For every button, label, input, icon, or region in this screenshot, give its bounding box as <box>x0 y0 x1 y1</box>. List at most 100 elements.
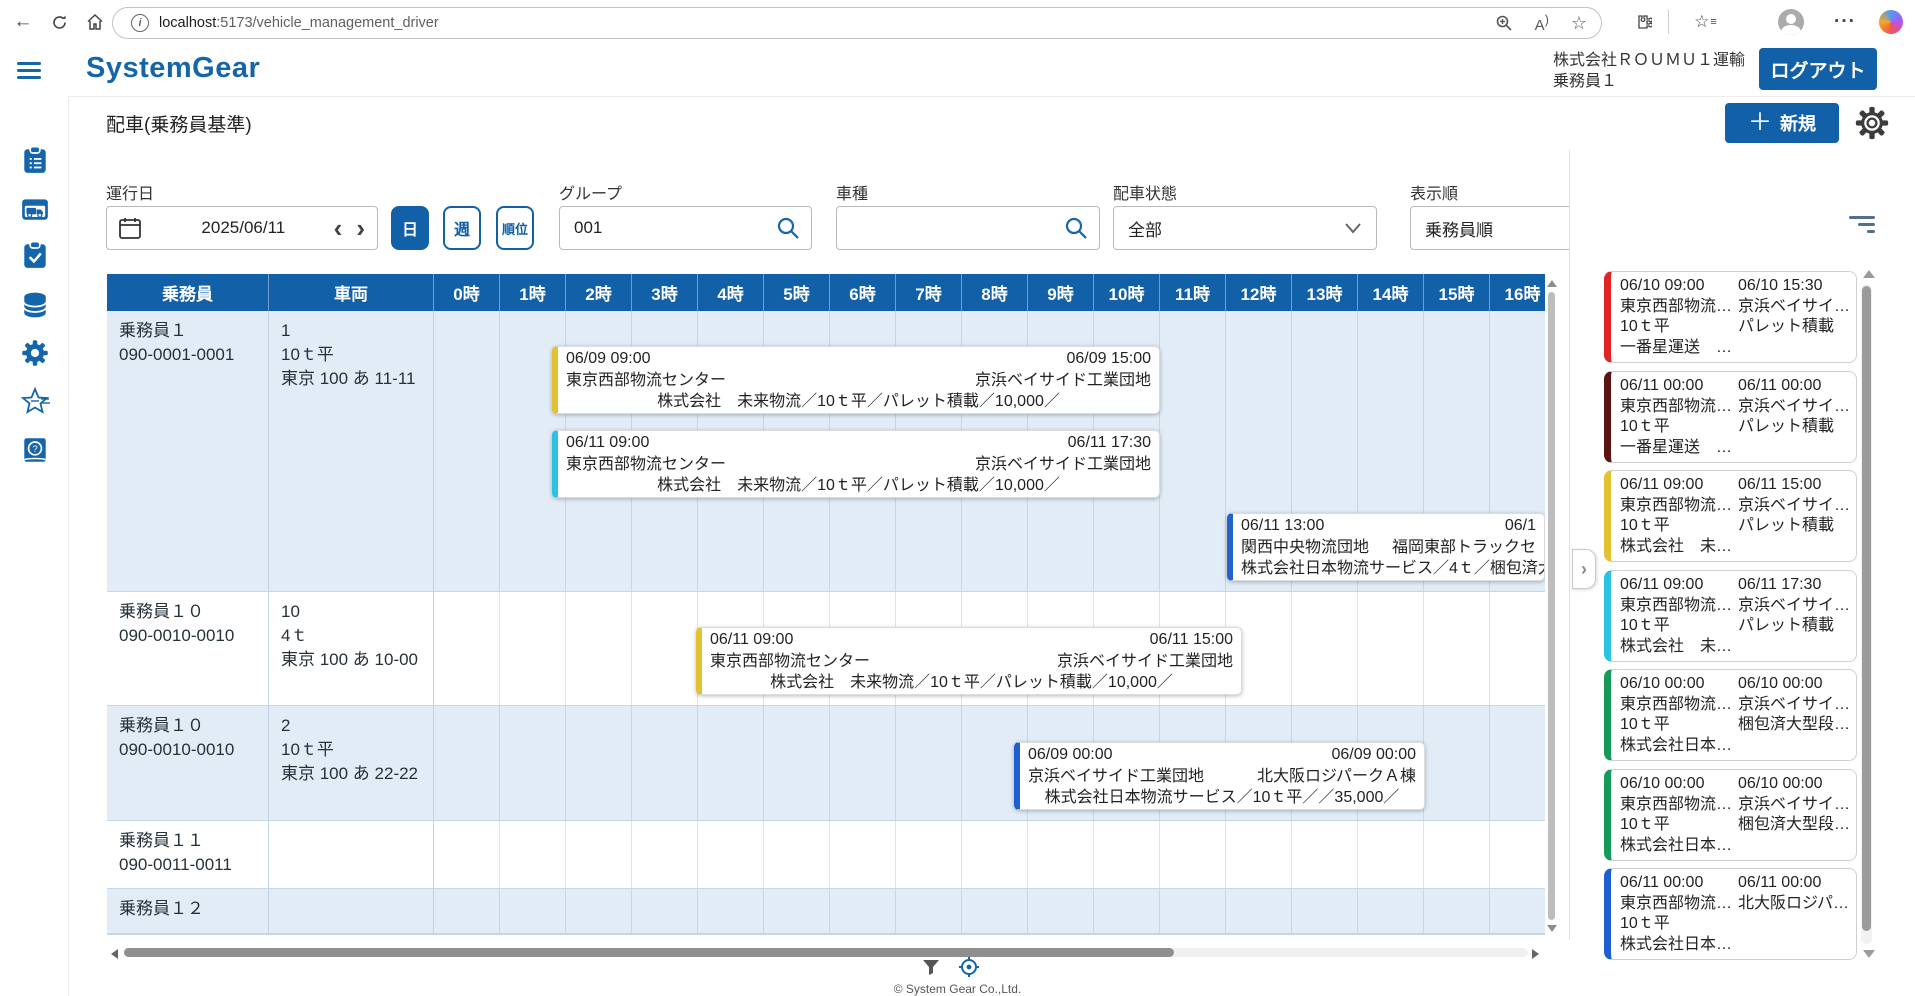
hour-grid-cell <box>632 592 698 705</box>
zoom-icon[interactable] <box>1495 14 1513 32</box>
table-horizontal-scrollbar[interactable] <box>124 948 1174 957</box>
favorite-star-icon[interactable]: ☆ <box>1571 13 1587 34</box>
copilot-icon[interactable] <box>1876 7 1906 37</box>
site-info-icon[interactable]: i <box>131 14 149 32</box>
sidebar-item-master-data[interactable] <box>19 289 51 321</box>
home-icon[interactable] <box>80 7 110 37</box>
card-locations: 東京西部物流…京浜ベイサイ… <box>1620 297 1848 318</box>
card-vehicle-cargo: 10ｔ平パレット積載 <box>1620 417 1848 438</box>
browser-essentials-icon[interactable] <box>1628 7 1658 37</box>
plus-icon: ＋ <box>1748 113 1772 133</box>
vehicle-type-input[interactable] <box>849 217 1053 239</box>
block-origin: 東京西部物流センター <box>566 454 726 476</box>
block-end-time: 06/09 00:00 <box>1331 744 1416 766</box>
refresh-icon[interactable] <box>44 7 74 37</box>
hour-grid-cell <box>500 821 566 888</box>
status-value: 全部 <box>1128 216 1330 241</box>
block-destination: 北大阪ロジパークＡ棟 <box>1257 766 1416 788</box>
dispatch-card[interactable]: 06/11 09:0006/11 17:30東京西部物流…京浜ベイサイ…10ｔ平… <box>1604 570 1857 662</box>
block-detail: 株式会社 未来物流／10ｔ平／パレット積載／10,000／ <box>710 672 1233 694</box>
table-scroll-right-arrow[interactable] <box>1532 949 1539 959</box>
date-filter-label: 運行日 <box>106 180 154 204</box>
back-icon[interactable]: ← <box>8 7 38 37</box>
filter-bar: 運行日 2025/06/11 ‹ › 日 週 順位 グループ 車種 配車状態 全… <box>0 150 1569 270</box>
hour-column-header: 3時 <box>632 274 698 311</box>
url-text: localhost:5173/vehicle_management_driver <box>159 15 439 31</box>
filter-funnel-icon[interactable] <box>920 956 942 978</box>
new-button[interactable]: ＋新規 <box>1725 103 1839 143</box>
card-start-time: 06/11 09:00 <box>1620 575 1738 596</box>
hour-grid-cell <box>434 592 500 705</box>
order-select[interactable]: 乗務員順 <box>1410 206 1569 250</box>
calendar-icon[interactable] <box>117 215 143 241</box>
page-settings-gear-icon[interactable] <box>1853 104 1891 142</box>
dispatch-card[interactable]: 06/11 00:0006/11 00:00東京西部物流…北大阪ロジパ…10ｔ平… <box>1604 868 1857 960</box>
dispatch-card[interactable]: 06/11 00:0006/11 00:00東京西部物流…京浜ベイサイ…10ｔ平… <box>1604 371 1857 463</box>
card-start-time: 06/10 00:00 <box>1620 674 1738 695</box>
schedule-block[interactable]: 06/09 00:0006/09 00:00京浜ベイサイド工業団地北大阪ロジパー… <box>1014 742 1425 810</box>
hour-grid-cell <box>1490 821 1545 888</box>
table-horizontal-scrollbar-track[interactable] <box>124 948 1528 957</box>
dispatch-card[interactable]: 06/10 00:0006/10 00:00東京西部物流…京浜ベイサイ…10ｔ平… <box>1604 769 1857 861</box>
schedule-block[interactable]: 06/09 09:0006/09 15:00東京西部物流センター京浜ベイサイド工… <box>552 346 1160 414</box>
hour-grid-cell <box>566 821 632 888</box>
schedule-block[interactable]: 06/11 09:0006/11 17:30東京西部物流センター京浜ベイサイド工… <box>552 430 1160 498</box>
prev-day-icon[interactable]: ‹ <box>334 215 343 241</box>
schedule-block[interactable]: 06/11 09:0006/11 15:00東京西部物流センター京浜ベイサイド工… <box>696 627 1242 695</box>
next-day-icon[interactable]: › <box>356 215 365 241</box>
dispatch-card[interactable]: 06/10 00:0006/10 00:00東京西部物流…京浜ベイサイ…10ｔ平… <box>1604 669 1857 761</box>
dispatch-card[interactable]: 06/10 09:0006/10 15:30東京西部物流…京浜ベイサイ…10ｔ平… <box>1604 271 1857 363</box>
sidebar-item-settings[interactable] <box>19 337 51 369</box>
panel-scroll-down-arrow[interactable] <box>1863 950 1875 958</box>
card-destination: 京浜ベイサイ… <box>1738 695 1848 716</box>
panel-scroll-up-arrow[interactable] <box>1863 270 1875 278</box>
sidebar-item-help-manual[interactable]: ? <box>19 434 51 466</box>
hour-grid-cell <box>1490 889 1545 933</box>
sidebar-item-whats-new[interactable] <box>19 386 51 418</box>
group-search-icon[interactable] <box>775 215 801 241</box>
table-scroll-left-arrow[interactable] <box>111 949 118 959</box>
more-menu-icon[interactable]: ··· <box>1830 7 1860 37</box>
view-rank-button[interactable]: 順位 <box>496 206 534 250</box>
vehicle-cell: 110ｔ平東京 100 あ 11-11 <box>269 311 434 591</box>
schedule-row: 乗務員１１090-0011-0011 <box>107 821 1545 889</box>
url-bar[interactable]: i localhost:5173/vehicle_management_driv… <box>112 7 1602 39</box>
table-scroll-up-arrow[interactable] <box>1547 280 1557 287</box>
panel-filter-icon[interactable] <box>1849 212 1875 233</box>
driver-column-header: 乗務員 <box>107 274 269 311</box>
hour-column-header: 9時 <box>1028 274 1094 311</box>
hour-column-header: 1時 <box>500 274 566 311</box>
view-day-button[interactable]: 日 <box>391 206 429 250</box>
date-field[interactable]: 2025/06/11 ‹ › <box>106 206 378 250</box>
block-detail: 株式会社 未来物流／10ｔ平／パレット積載／10,000／ <box>566 391 1151 413</box>
vehicle-type-search-icon[interactable] <box>1063 215 1089 241</box>
card-company: 株式会社日本… <box>1620 836 1848 857</box>
schedule-block[interactable]: 06/11 13:0006/1関西中央物流団地福岡東部トラックセ株式会社日本物流… <box>1227 513 1545 581</box>
card-start-time: 06/11 00:00 <box>1620 376 1738 397</box>
read-aloud-icon[interactable]: A) <box>1535 13 1549 34</box>
card-company: 株式会社 未… <box>1620 537 1848 558</box>
dispatch-card[interactable]: 06/11 09:0006/11 15:00東京西部物流…京浜ベイサイ…10ｔ平… <box>1604 470 1857 562</box>
locate-target-icon[interactable] <box>958 956 980 978</box>
hours-area: 06/11 09:0006/11 15:00東京西部物流センター京浜ベイサイド工… <box>434 592 1545 705</box>
panel-scrollbar-track[interactable] <box>1861 284 1872 944</box>
block-times: 06/09 09:0006/09 15:00 <box>566 348 1151 370</box>
group-input[interactable] <box>572 217 765 239</box>
card-vehicle-cargo: 10ｔ平パレット積載 <box>1620 516 1848 537</box>
logout-button[interactable]: ログアウト <box>1759 48 1877 90</box>
hour-grid-cell <box>566 592 632 705</box>
panel-scrollbar[interactable] <box>1862 286 1871 931</box>
avatar-glyph <box>1778 9 1804 35</box>
status-select[interactable]: 全部 <box>1113 206 1377 250</box>
view-week-button[interactable]: 週 <box>443 206 481 250</box>
driver-cell: 乗務員１１090-0011-0011 <box>107 821 269 888</box>
card-times: 06/11 09:0006/11 15:00 <box>1620 475 1848 496</box>
table-scroll-down-arrow[interactable] <box>1547 925 1557 932</box>
favorites-bar-icon[interactable]: ☆≡ <box>1690 7 1720 37</box>
profile-avatar[interactable] <box>1776 7 1806 37</box>
menu-hamburger-icon[interactable] <box>17 58 41 83</box>
table-vertical-scrollbar[interactable] <box>1548 292 1555 920</box>
user-name: 乗務員１ <box>1553 71 1745 92</box>
card-locations: 東京西部物流…京浜ベイサイ… <box>1620 596 1848 617</box>
vehicle-number: 2 <box>281 714 421 738</box>
